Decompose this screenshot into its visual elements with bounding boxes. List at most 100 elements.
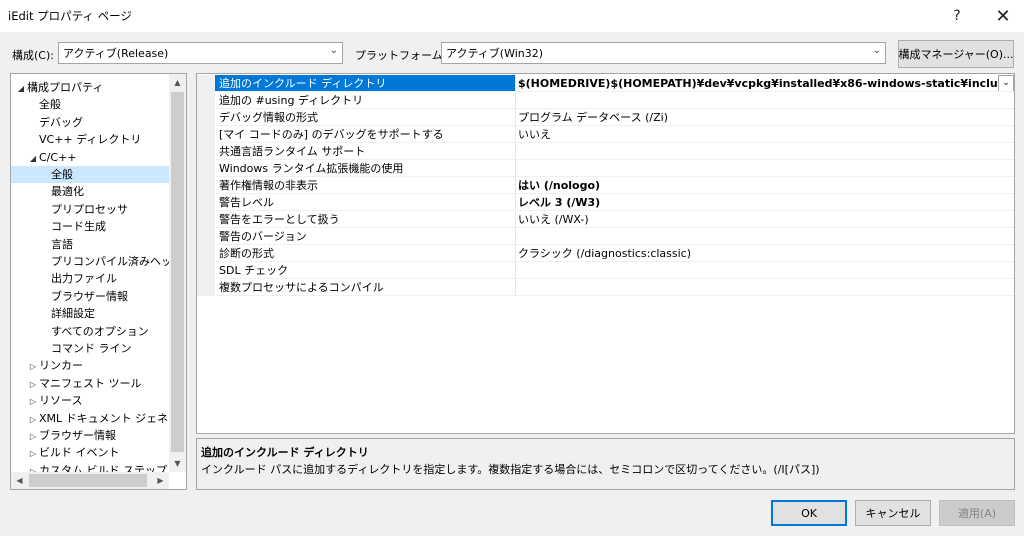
tree-item[interactable]: デバッグ: [11, 114, 169, 131]
scroll-left-icon[interactable]: ◀: [11, 472, 28, 489]
collapsed-arrow-icon[interactable]: ▷: [27, 411, 39, 427]
tree-item[interactable]: 詳細設定: [11, 305, 169, 322]
property-row[interactable]: 警告のバージョン: [197, 228, 1014, 245]
description-panel: 追加のインクルード ディレクトリ インクルード パスに追加するディレクトリを指定…: [196, 438, 1015, 490]
config-label: 構成(C):: [12, 49, 54, 62]
tree-item[interactable]: ▷ ビルド イベント: [11, 444, 169, 461]
expanded-arrow-icon[interactable]: ◢: [15, 80, 27, 96]
property-name[interactable]: 追加の #using ディレクトリ: [215, 92, 516, 109]
tree-item[interactable]: 出力ファイル: [11, 270, 169, 287]
property-value[interactable]: [516, 92, 1014, 109]
property-value[interactable]: いいえ (/WX-): [516, 211, 1014, 228]
tree-item[interactable]: コード生成: [11, 218, 169, 235]
scroll-down-icon[interactable]: ▼: [169, 455, 186, 472]
property-name[interactable]: Windows ランタイム拡張機能の使用: [215, 160, 516, 177]
tree-item-label: プリプロセッサ: [51, 202, 128, 216]
property-value[interactable]: [516, 143, 1014, 160]
tree-item-label: XML ドキュメント ジェネレーター: [39, 411, 169, 425]
property-name[interactable]: 追加のインクルード ディレクトリ: [215, 75, 516, 92]
tree-item[interactable]: 最適化: [11, 183, 169, 200]
property-row[interactable]: 警告レベル レベル 3 (/W3): [197, 194, 1014, 211]
tree-item-label: 言語: [51, 237, 73, 251]
tree-item-label: コマンド ライン: [51, 342, 132, 355]
description-title: 追加のインクルード ディレクトリ: [201, 446, 369, 459]
scroll-right-icon[interactable]: ▶: [152, 472, 169, 489]
cancel-button[interactable]: キャンセル: [855, 500, 931, 526]
tree-item[interactable]: ◢ C/C++: [11, 149, 169, 166]
property-value[interactable]: はい (/nologo): [516, 177, 1014, 194]
scroll-up-icon[interactable]: ▲: [169, 74, 186, 91]
property-name[interactable]: 警告のバージョン: [215, 228, 516, 245]
tree-item[interactable]: ◢ 構成プロパティ: [11, 79, 169, 96]
property-name[interactable]: デバッグ情報の形式: [215, 109, 516, 126]
tree-item[interactable]: 全般: [11, 166, 169, 183]
property-value[interactable]: いいえ: [516, 126, 1014, 143]
property-name[interactable]: [マイ コードのみ] のデバッグをサポートする: [215, 126, 516, 143]
config-dropdown[interactable]: アクティブ(Release) ⌄: [58, 42, 343, 64]
close-button[interactable]: ✕: [980, 0, 1024, 32]
title-bar: iEdit プロパティ ページ ? ✕: [0, 0, 1024, 32]
tree-item[interactable]: 全般: [11, 96, 169, 113]
tree-item[interactable]: 言語: [11, 236, 169, 253]
tree-item[interactable]: ▷ リソース: [11, 392, 169, 409]
property-name[interactable]: 著作権情報の非表示: [215, 177, 516, 194]
property-name[interactable]: 警告レベル: [215, 194, 516, 211]
property-row[interactable]: 共通言語ランタイム サポート: [197, 143, 1014, 160]
property-row[interactable]: SDL チェック: [197, 262, 1014, 279]
tree-item[interactable]: プリコンパイル済みヘッダー: [11, 253, 169, 270]
property-name[interactable]: 共通言語ランタイム サポート: [215, 143, 516, 160]
property-value[interactable]: [516, 228, 1014, 245]
collapsed-arrow-icon[interactable]: ▷: [27, 445, 39, 461]
description-text: インクルード パスに追加するディレクトリを指定します。複数指定する場合には、セミ…: [201, 463, 820, 476]
property-row[interactable]: Windows ランタイム拡張機能の使用: [197, 160, 1014, 177]
property-value[interactable]: $(HOMEDRIVE)$(HOMEPATH)¥dev¥vcpkg¥instal…: [516, 75, 1014, 92]
collapsed-arrow-icon[interactable]: ▷: [27, 358, 39, 374]
tree-item-label: 出力ファイル: [51, 272, 117, 286]
property-name[interactable]: 診断の形式: [215, 245, 516, 262]
property-row[interactable]: 警告をエラーとして扱う いいえ (/WX-): [197, 211, 1014, 228]
tree-item[interactable]: コマンド ライン: [11, 340, 169, 357]
ok-button[interactable]: OK: [771, 500, 847, 526]
property-row[interactable]: 追加の #using ディレクトリ: [197, 92, 1014, 109]
collapsed-arrow-icon[interactable]: ▷: [27, 376, 39, 392]
expanded-arrow-icon[interactable]: ◢: [27, 150, 39, 166]
tree-item-label: 構成プロパティ: [27, 81, 104, 94]
tree-horizontal-scrollbar[interactable]: ◀ ▶: [11, 472, 169, 489]
value-dropdown-icon[interactable]: ⌄: [998, 75, 1014, 91]
property-name[interactable]: 警告をエラーとして扱う: [215, 211, 516, 228]
property-row[interactable]: 著作権情報の非表示 はい (/nologo): [197, 177, 1014, 194]
tree-item-label: デバッグ: [39, 115, 83, 129]
tree-item[interactable]: ▷ リンカー: [11, 357, 169, 374]
property-value[interactable]: プログラム データベース (/Zi): [516, 109, 1014, 126]
property-value[interactable]: レベル 3 (/W3): [516, 194, 1014, 211]
scrollbar-thumb[interactable]: [171, 92, 184, 452]
help-button[interactable]: ?: [934, 0, 980, 32]
tree-vertical-scrollbar[interactable]: ▲ ▼: [169, 74, 186, 472]
property-row[interactable]: 診断の形式 クラシック (/diagnostics:classic): [197, 245, 1014, 262]
property-value[interactable]: [516, 279, 1014, 296]
platform-dropdown-value: アクティブ(Win32): [446, 47, 544, 60]
tree-item[interactable]: ブラウザー情報: [11, 288, 169, 305]
tree-item[interactable]: VC++ ディレクトリ: [11, 131, 169, 148]
property-value[interactable]: [516, 160, 1014, 177]
collapsed-arrow-icon[interactable]: ▷: [27, 428, 39, 444]
property-row[interactable]: [マイ コードのみ] のデバッグをサポートする いいえ: [197, 126, 1014, 143]
property-name[interactable]: SDL チェック: [215, 262, 516, 279]
platform-dropdown[interactable]: アクティブ(Win32) ⌄: [441, 42, 886, 64]
property-row[interactable]: 追加のインクルード ディレクトリ $(HOMEDRIVE)$(HOMEPATH)¥…: [197, 75, 1014, 92]
property-row[interactable]: デバッグ情報の形式 プログラム データベース (/Zi): [197, 109, 1014, 126]
tree-item[interactable]: すべてのオプション: [11, 323, 169, 340]
scrollbar-thumb[interactable]: [29, 474, 147, 487]
apply-button[interactable]: 適用(A): [939, 500, 1015, 526]
property-value[interactable]: [516, 262, 1014, 279]
tree-item[interactable]: ▷ マニフェスト ツール: [11, 375, 169, 392]
tree-item[interactable]: ▷XML ドキュメント ジェネレーター: [11, 410, 169, 427]
property-name[interactable]: 複数プロセッサによるコンパイル: [215, 279, 516, 296]
tree-item[interactable]: プリプロセッサ: [11, 201, 169, 218]
chevron-down-icon: ⌄: [329, 45, 338, 56]
collapsed-arrow-icon[interactable]: ▷: [27, 393, 39, 409]
property-row[interactable]: 複数プロセッサによるコンパイル: [197, 279, 1014, 296]
tree-item[interactable]: ▷ ブラウザー情報: [11, 427, 169, 444]
configuration-manager-button[interactable]: 構成マネージャー(O)...: [898, 40, 1014, 68]
property-value[interactable]: クラシック (/diagnostics:classic): [516, 245, 1014, 262]
